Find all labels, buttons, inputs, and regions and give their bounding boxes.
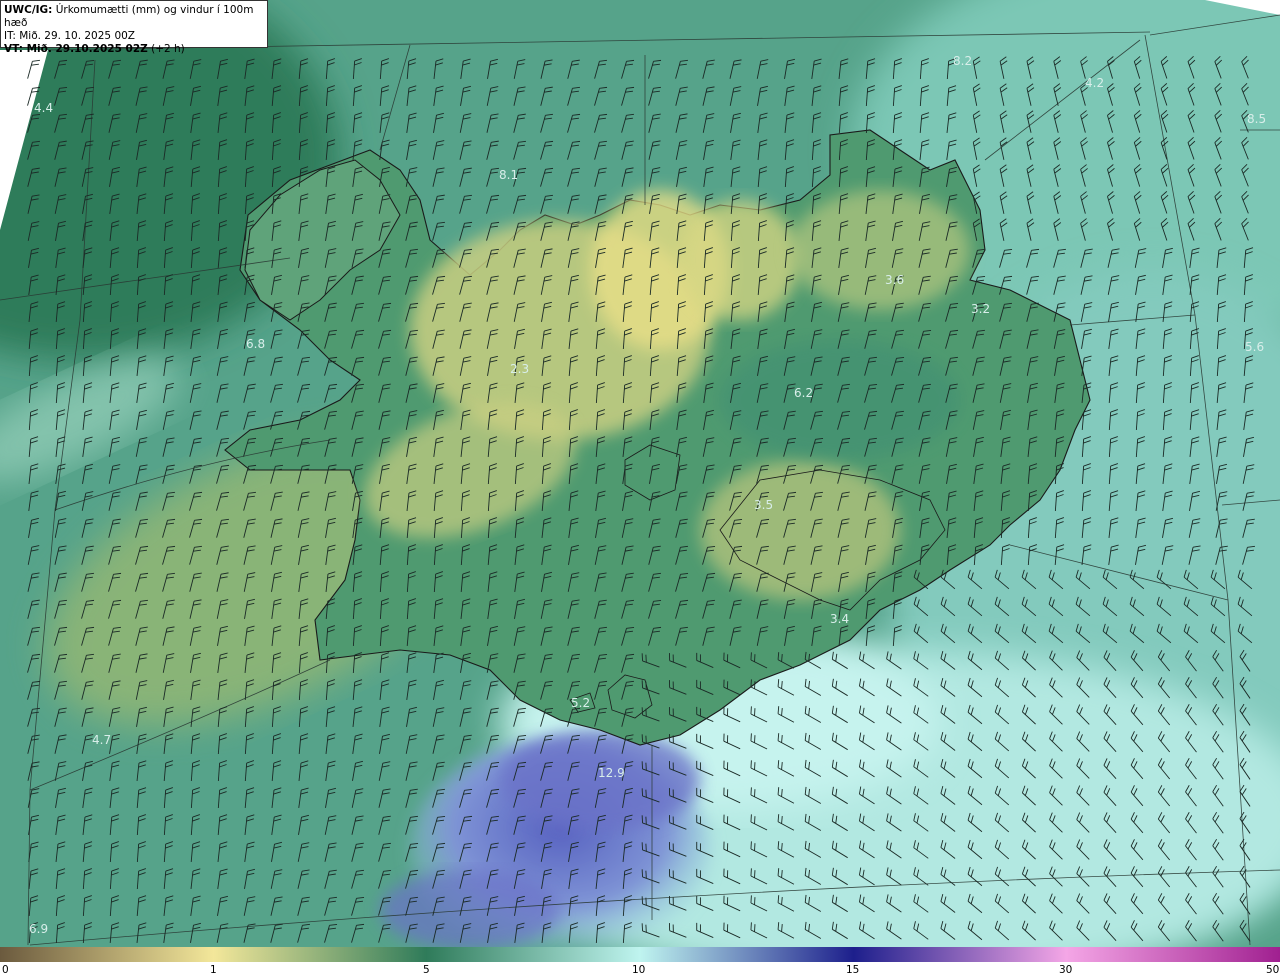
max-value-label: 5.6 xyxy=(1245,340,1265,354)
map-header: UWC/IG: Úrkomumætti (mm) og vindur í 100… xyxy=(0,0,268,55)
max-value-label: 8.5 xyxy=(1247,112,1267,126)
max-value-label: 4.2 xyxy=(1085,76,1105,90)
max-value-label: 12.9 xyxy=(598,766,625,780)
max-value-label: 4.7 xyxy=(92,733,112,747)
weather-map xyxy=(0,0,1280,978)
lead-time: (+2 h) xyxy=(147,43,185,55)
max-value-label: 6.2 xyxy=(794,386,814,400)
valid-time: VT: Mið. 29.10.2025 02Z xyxy=(4,43,148,55)
max-value-label: 2.3 xyxy=(510,362,530,376)
max-value-label: 6.8 xyxy=(246,337,266,351)
colorbar-tick: 0 xyxy=(2,964,9,976)
product-code: UWC/IG: xyxy=(4,4,53,16)
max-value-label: 6.9 xyxy=(29,922,49,936)
map-stage: UWC/IG: Úrkomumætti (mm) og vindur í 100… xyxy=(0,0,1280,978)
colorbar-tick: 1 xyxy=(210,964,217,976)
colorbar-tick: 50 xyxy=(1266,964,1280,976)
max-value-label: 3.5 xyxy=(754,498,774,512)
max-value-label: 3.6 xyxy=(885,273,905,287)
max-value-label: 3.4 xyxy=(830,612,850,626)
colorbar-tick: 10 xyxy=(632,964,646,976)
max-value-label: 8.2 xyxy=(953,54,973,68)
colorbar-tick: 5 xyxy=(423,964,430,976)
max-value-label: 8.1 xyxy=(499,168,519,182)
max-value-label: 5.2 xyxy=(571,696,591,710)
init-time: IT: Mið. 29. 10. 2025 00Z xyxy=(4,30,135,42)
max-value-label: 3.2 xyxy=(971,302,991,316)
max-value-label: 4.4 xyxy=(34,101,54,115)
colorbar-tick: 30 xyxy=(1059,964,1073,976)
colorbar-tick: 15 xyxy=(846,964,860,976)
